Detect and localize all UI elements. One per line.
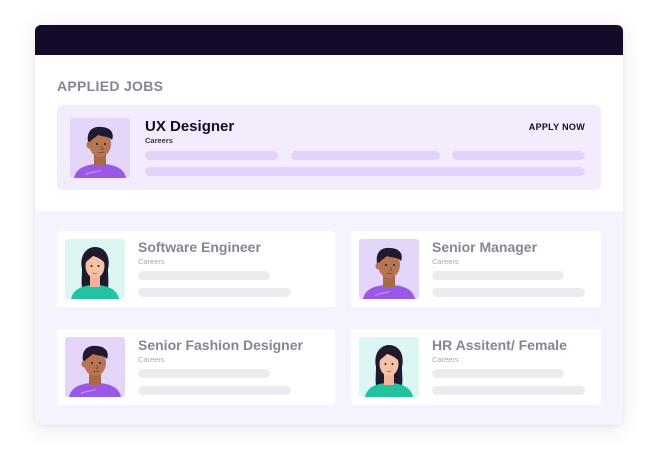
top-bar [35,25,623,55]
male-avatar-icon [70,118,130,178]
job-card[interactable]: Senior Manager Careers [351,231,601,307]
male-avatar-icon [65,337,125,397]
placeholder-line [145,167,585,176]
placeholder-line [432,288,585,297]
job-category: Careers [138,355,165,364]
job-category: Careers [432,257,459,266]
job-card[interactable]: HR Assitent/ Female Careers [351,329,601,405]
job-category: Careers [138,257,165,266]
placeholder-line [138,386,291,395]
placeholder-line [138,369,270,378]
placeholder-line [138,271,270,280]
placeholder-line [138,288,291,297]
placeholder-line [291,151,440,160]
featured-job-card[interactable]: UX Designer Careers APPLY NOW [57,105,601,190]
female-avatar-icon [359,337,419,397]
job-category: Careers [145,136,173,145]
placeholder-line [432,386,585,395]
apply-now-button[interactable]: APPLY NOW [529,122,585,132]
placeholder-line [452,151,585,160]
placeholder-line [432,271,564,280]
job-card[interactable]: Senior Fashion Designer Careers [57,329,335,405]
job-list: Software Engineer Careers Senior Manager… [35,211,623,425]
job-title: UX Designer [145,118,235,135]
placeholder-line [145,151,278,160]
male-avatar-icon [359,239,419,299]
placeholder-line [432,369,564,378]
applied-jobs-card: APPLIED JOBS UX Designer Careers APPLY N… [35,25,623,425]
job-title: Senior Manager [432,239,538,255]
job-title: Software Engineer [138,239,261,255]
section-title: APPLIED JOBS [57,78,164,94]
female-avatar-icon [65,239,125,299]
job-card[interactable]: Software Engineer Careers [57,231,335,307]
job-title: Senior Fashion Designer [138,337,303,353]
job-title: HR Assitent/ Female [432,337,567,353]
job-category: Careers [432,355,459,364]
